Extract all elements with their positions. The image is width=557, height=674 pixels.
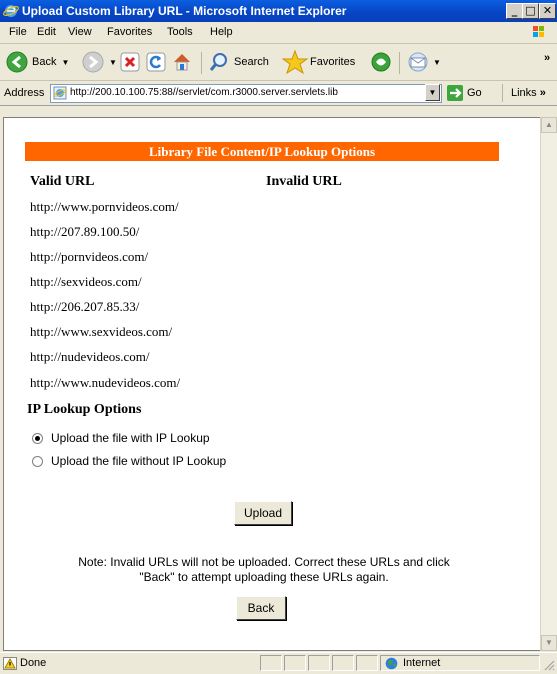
menu-edit[interactable]: Edit bbox=[37, 26, 56, 38]
mail-icon bbox=[408, 52, 428, 72]
close-button[interactable]: ✕ bbox=[539, 3, 556, 19]
status-bar: Done Internet bbox=[0, 652, 557, 674]
invalid-url-heading: Invalid URL bbox=[266, 174, 342, 189]
back-page-button[interactable]: Back bbox=[236, 596, 286, 620]
status-zone-label: Internet bbox=[403, 657, 441, 669]
home-icon[interactable] bbox=[171, 50, 193, 74]
favorites-label: Favorites bbox=[310, 56, 356, 68]
back-dropdown-icon[interactable]: ▼ bbox=[61, 58, 69, 67]
refresh-icon[interactable] bbox=[146, 50, 166, 74]
maximize-button[interactable]: □ bbox=[522, 3, 539, 19]
page-header: Library File Content/IP Lookup Options bbox=[25, 142, 499, 161]
address-label: Address bbox=[4, 87, 45, 99]
valid-url-item: http://www.sexvideos.com/ bbox=[30, 324, 173, 339]
back-label: Back bbox=[32, 56, 57, 68]
favorites-button[interactable]: Favorites bbox=[282, 50, 355, 74]
go-button[interactable]: Go bbox=[447, 84, 482, 102]
valid-url-item: http://pornvideos.com/ bbox=[30, 249, 149, 264]
option-with-ip-lookup-label: Upload the file with IP Lookup bbox=[51, 431, 210, 445]
option-without-ip-lookup-label: Upload the file without IP Lookup bbox=[51, 454, 227, 468]
go-arrow-icon bbox=[447, 85, 463, 101]
status-pane bbox=[356, 655, 378, 671]
menu-tools[interactable]: Tools bbox=[167, 26, 193, 38]
favorites-star-icon bbox=[282, 50, 308, 74]
status-text: Done bbox=[20, 657, 47, 669]
status-pane bbox=[284, 655, 306, 671]
toolbar-separator bbox=[201, 52, 202, 74]
valid-url-item: http://www.nudevideos.com/ bbox=[30, 375, 181, 390]
stop-icon[interactable] bbox=[120, 50, 140, 74]
forward-arrow-icon bbox=[82, 51, 104, 73]
menu-file[interactable]: File bbox=[9, 26, 27, 38]
windows-logo-icon bbox=[533, 26, 544, 37]
links-label: Links bbox=[511, 87, 537, 99]
option-with-ip-lookup[interactable]: Upload the file with IP Lookup bbox=[32, 431, 210, 445]
ip-lookup-heading: IP Lookup Options bbox=[27, 402, 142, 417]
back-button[interactable]: Back ▼ bbox=[6, 50, 69, 74]
title-bar[interactable]: Upload Custom Library URL - Microsoft In… bbox=[0, 0, 557, 22]
menu-help[interactable]: Help bbox=[210, 26, 233, 38]
note-line-2: "Back" to attempt uploading these URLs a… bbox=[139, 570, 389, 584]
toolbar-separator bbox=[399, 52, 400, 74]
address-separator bbox=[502, 84, 503, 102]
back-arrow-icon bbox=[6, 51, 28, 73]
status-pane bbox=[260, 655, 282, 671]
address-input[interactable]: http://200.10.100.75:88//servlet/com.r30… bbox=[50, 84, 442, 103]
valid-url-heading: Valid URL bbox=[30, 174, 95, 189]
media-icon[interactable] bbox=[369, 50, 393, 74]
ie-page-icon bbox=[53, 86, 67, 100]
address-bar: Address http://200.10.100.75:88//servlet… bbox=[0, 81, 557, 106]
mail-button[interactable]: ▼ bbox=[406, 50, 441, 74]
option-without-ip-lookup[interactable]: Upload the file without IP Lookup bbox=[32, 454, 226, 468]
mail-dropdown-icon[interactable]: ▼ bbox=[433, 58, 441, 67]
menu-view[interactable]: View bbox=[68, 26, 92, 38]
valid-url-item: http://sexvideos.com/ bbox=[30, 274, 142, 289]
valid-url-item: http://nudevideos.com/ bbox=[30, 349, 150, 364]
valid-url-item: http://206.207.85.33/ bbox=[30, 299, 140, 314]
address-dropdown-icon[interactable]: ▼ bbox=[425, 84, 440, 101]
toolbar-overflow-chevron-icon[interactable]: » bbox=[544, 52, 550, 64]
address-url: http://200.10.100.75:88//servlet/com.r30… bbox=[70, 87, 338, 98]
upload-button[interactable]: Upload bbox=[234, 501, 292, 525]
valid-url-item: http://207.89.100.50/ bbox=[30, 224, 140, 239]
status-pane bbox=[332, 655, 354, 671]
minimize-button[interactable]: _ bbox=[506, 3, 523, 19]
resize-grip-icon[interactable] bbox=[543, 659, 555, 671]
window-title: Upload Custom Library URL - Microsoft In… bbox=[22, 4, 347, 18]
links-button[interactable]: Links » bbox=[511, 87, 546, 99]
go-label: Go bbox=[467, 87, 482, 99]
menu-bar: File Edit View Favorites Tools Help bbox=[0, 22, 557, 44]
status-zone-pane: Internet bbox=[380, 655, 540, 671]
vertical-scrollbar[interactable]: ▲ ▼ bbox=[540, 117, 557, 651]
radio-with-ip-lookup[interactable] bbox=[32, 432, 43, 444]
ie-logo-icon bbox=[3, 5, 19, 17]
scroll-down-button[interactable]: ▼ bbox=[541, 635, 557, 651]
warning-page-icon bbox=[3, 657, 17, 670]
status-pane bbox=[308, 655, 330, 671]
toolbar: Back ▼ ▼ Search Favorites ▼ » bbox=[0, 44, 557, 81]
note-text: Note: Invalid URLs will not be uploaded.… bbox=[24, 555, 504, 585]
valid-url-item: http://www.pornvideos.com/ bbox=[30, 199, 179, 214]
scroll-up-button[interactable]: ▲ bbox=[541, 117, 557, 133]
radio-without-ip-lookup[interactable] bbox=[32, 455, 43, 467]
forward-button[interactable]: ▼ bbox=[82, 50, 117, 74]
content-frame: Library File Content/IP Lookup Options V… bbox=[3, 117, 541, 651]
search-label: Search bbox=[234, 56, 269, 68]
menu-favorites[interactable]: Favorites bbox=[107, 26, 152, 38]
search-button[interactable]: Search bbox=[208, 50, 269, 74]
note-line-1: Note: Invalid URLs will not be uploaded.… bbox=[78, 555, 450, 569]
forward-dropdown-icon[interactable]: ▼ bbox=[109, 58, 117, 67]
internet-globe-icon bbox=[385, 657, 398, 670]
search-icon bbox=[209, 53, 227, 71]
